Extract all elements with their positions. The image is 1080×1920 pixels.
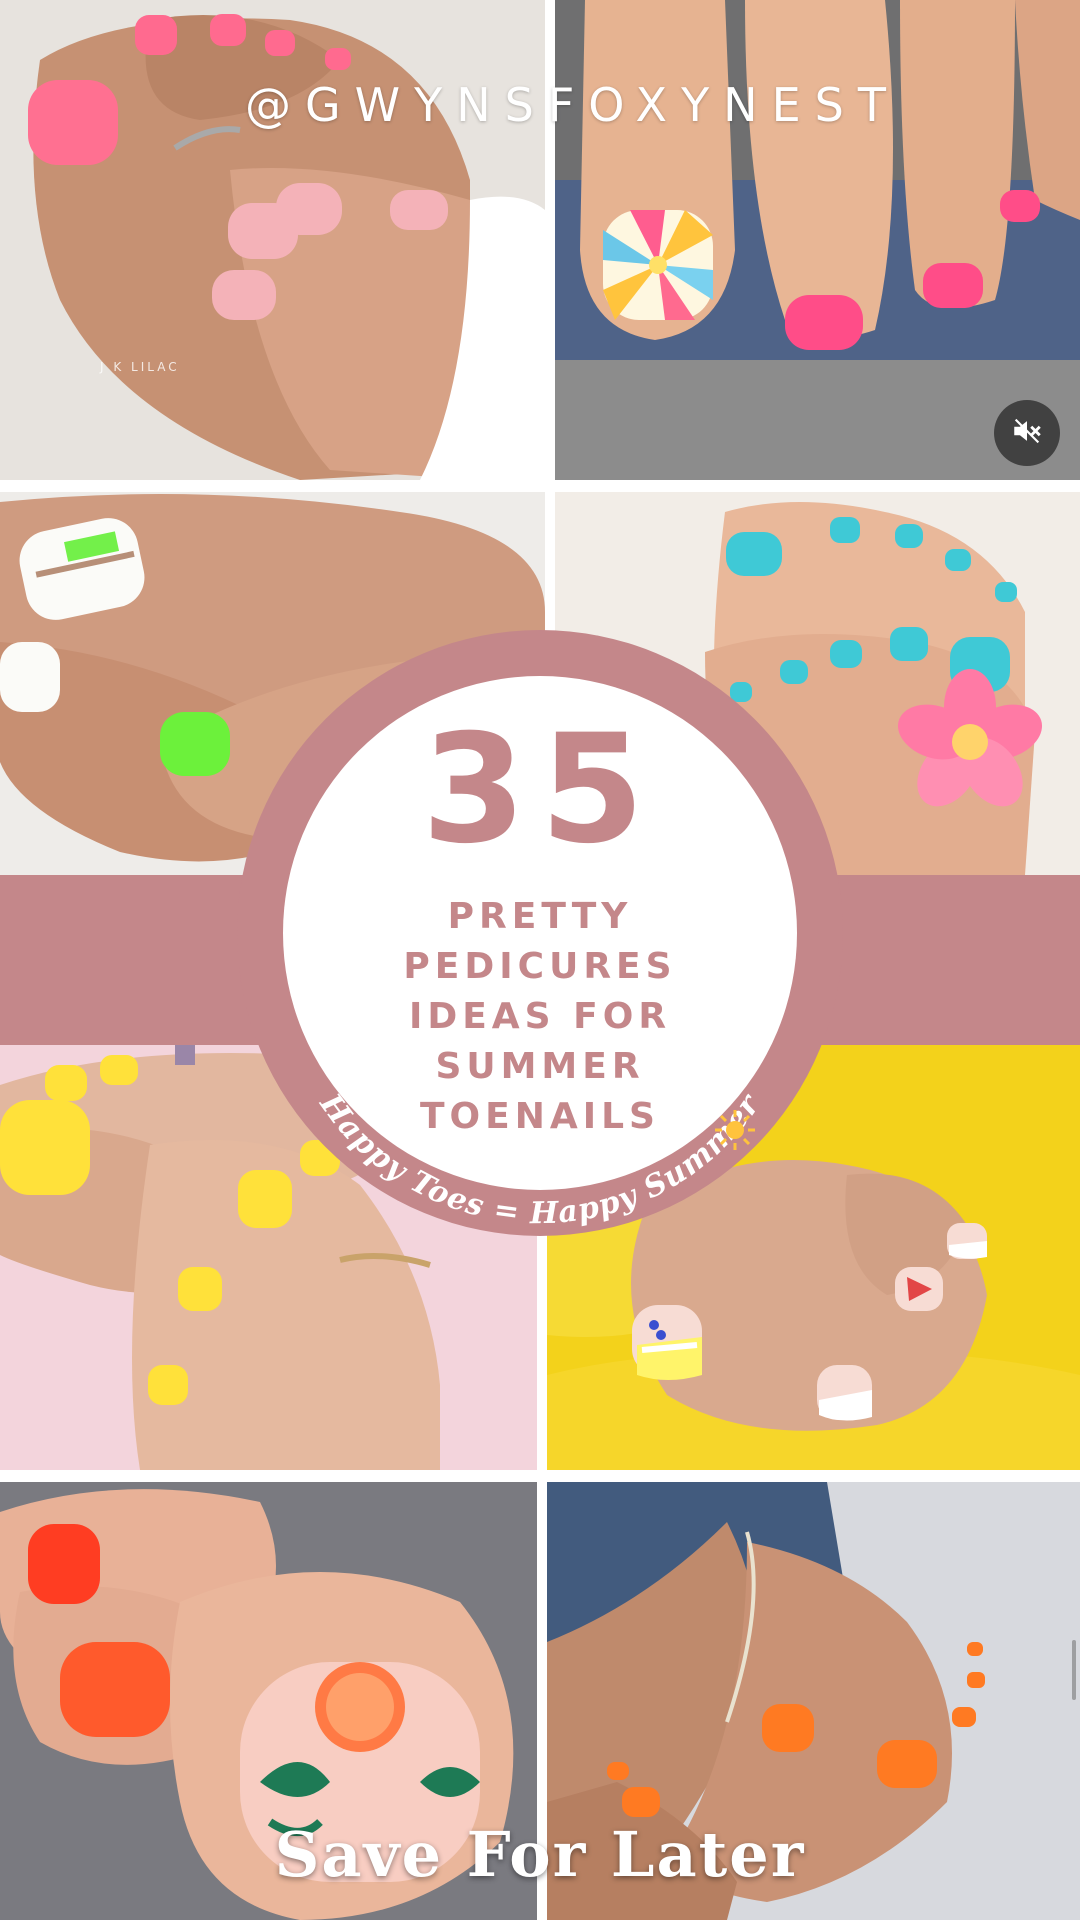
photo-credit: J K LILAC xyxy=(100,360,180,374)
neon-pink-pedicure-photo[interactable] xyxy=(0,0,545,480)
scrollbar[interactable] xyxy=(1072,1640,1076,1700)
tagline-text: Happy Toes = Happy Summer xyxy=(312,1087,767,1232)
watermark-handle: @GWYNSFOXYNEST xyxy=(245,78,900,132)
mute-button[interactable] xyxy=(994,400,1060,466)
sunburst-toe-art-photo[interactable] xyxy=(555,0,1080,480)
svg-text:Happy Toes = Happy Summer: Happy Toes = Happy Summer xyxy=(312,1087,768,1232)
sun-icon xyxy=(713,1108,757,1152)
save-for-later-button[interactable]: Save For Later xyxy=(0,1818,1080,1891)
muted-speaker-icon xyxy=(1010,414,1044,452)
